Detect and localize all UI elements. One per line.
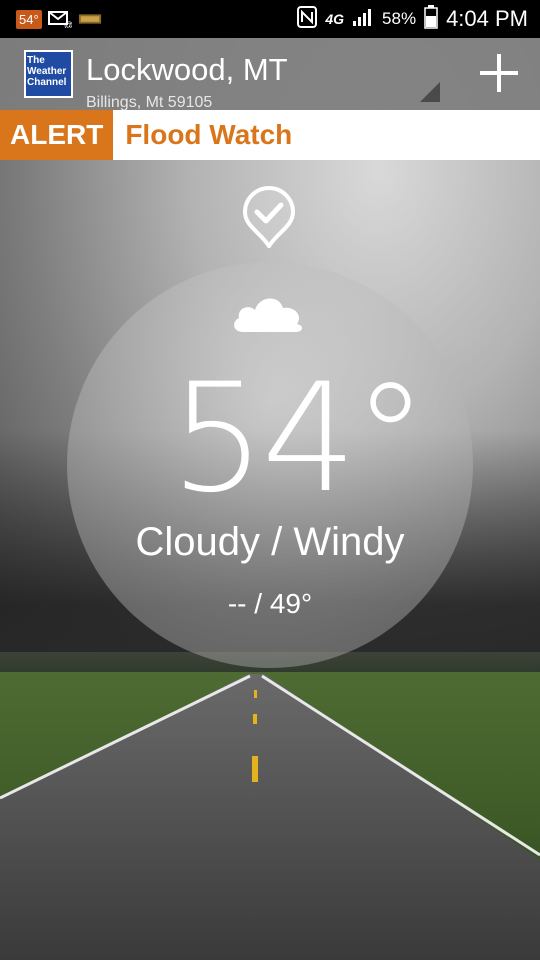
weather-channel-logo: The Weather Channel (24, 50, 73, 98)
high-low-temperature: -- / 49° (227, 588, 313, 619)
network-type: 4G (325, 11, 345, 27)
app-header: The Weather Channel Lockwood, MT Billing… (0, 38, 540, 110)
notification-temp: 54° (16, 9, 42, 29)
current-temperature: 54° (170, 352, 428, 526)
nfc-icon (297, 5, 318, 33)
add-location-button[interactable] (476, 50, 522, 96)
condition-text: Cloudy / Windy (135, 520, 405, 564)
location-subtitle: Billings, Mt 59105 (86, 94, 213, 110)
mail-icon: @ (47, 10, 72, 28)
alert-text: Flood Watch (125, 119, 293, 150)
cloud-icon (234, 298, 303, 332)
alert-badge: ALERT (0, 110, 114, 160)
svg-text:@: @ (64, 20, 72, 28)
status-bar: 54° @ 4G 58% 4:04 PM (0, 0, 540, 38)
app-notification-icon (78, 10, 102, 28)
location-dropdown-icon[interactable] (420, 82, 440, 102)
battery-icon (424, 4, 438, 34)
signal-icon (352, 7, 374, 32)
current-location-pin-icon[interactable] (242, 186, 296, 248)
location-name[interactable]: Lockwood, MT (86, 52, 288, 88)
alert-bar[interactable]: ALERT Flood Watch (0, 110, 540, 160)
clock: 4:04 PM (446, 6, 528, 31)
battery-percent: 58% (382, 9, 417, 28)
